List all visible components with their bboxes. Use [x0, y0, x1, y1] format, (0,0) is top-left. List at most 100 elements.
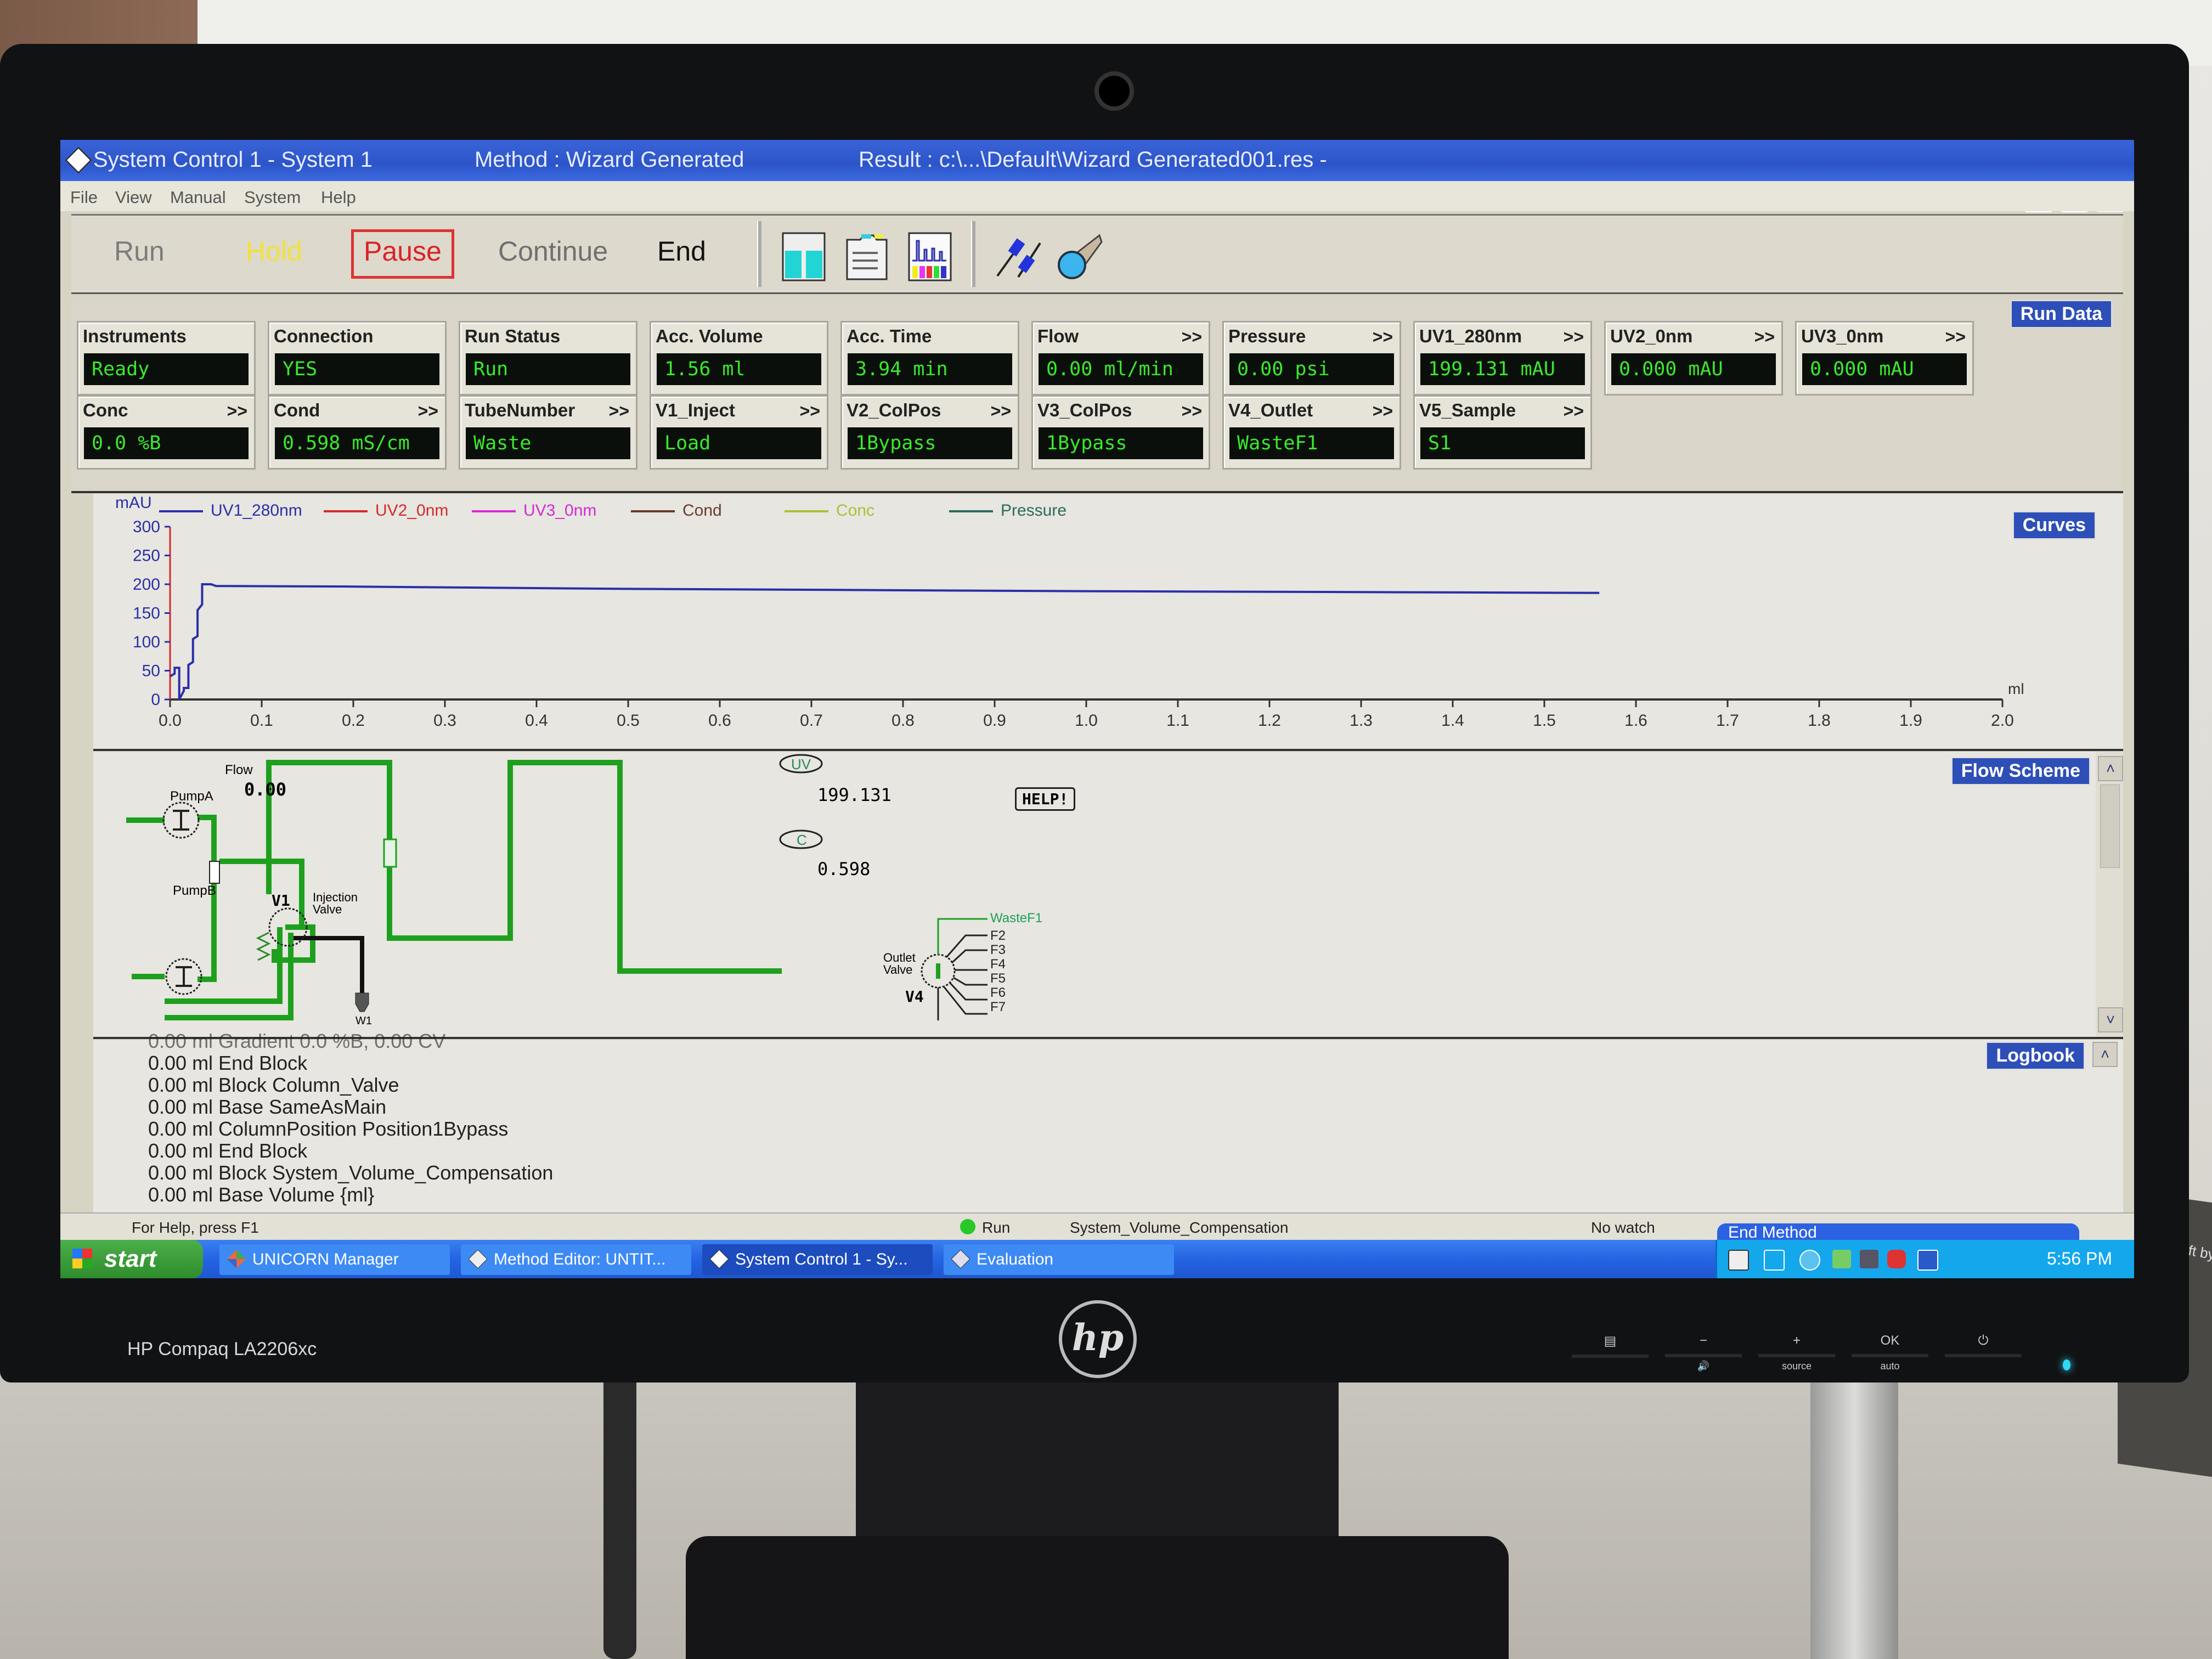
outlet-f3: F3	[990, 943, 1006, 957]
expand-icon[interactable]: >>	[800, 401, 820, 421]
flow-scheme-tag[interactable]: Flow Scheme	[1951, 757, 2090, 785]
curves-icon[interactable]	[908, 232, 952, 281]
hold-button[interactable]: Hold	[236, 229, 312, 273]
expand-icon[interactable]: >>	[1373, 401, 1393, 421]
meter-v5-sample[interactable]: V5_Sample >> S1	[1413, 395, 1592, 470]
meter-value: 0.00 ml/min	[1039, 353, 1203, 385]
view-icon[interactable]	[1053, 232, 1103, 281]
menu-file[interactable]: File	[70, 188, 98, 207]
meter-v2-colpos[interactable]: V2_ColPos >> 1Bypass	[840, 395, 1019, 470]
run-status-icon	[960, 1219, 975, 1234]
help-tray-icon[interactable]	[1728, 1250, 1749, 1271]
hp-logo: hp	[1059, 1300, 1137, 1378]
meter-v4-outlet[interactable]: V4_Outlet >> WasteF1	[1222, 395, 1401, 470]
osd-ok-button[interactable]: OK auto	[1849, 1333, 1931, 1372]
meter-cond[interactable]: Cond >> 0.598 mS/cm	[268, 395, 447, 470]
meter-v1-inject[interactable]: V1_Inject >> Load	[650, 395, 828, 470]
meter-pressure[interactable]: Pressure >> 0.00 psi	[1222, 321, 1401, 396]
toolbar: Run Hold Pause Continue End	[71, 214, 2123, 294]
run-data-panel: Run Data Instruments Ready Connection YES Ru…	[71, 299, 2123, 493]
meter-label: Pressure	[1228, 326, 1306, 346]
meter-uv3-0nm[interactable]: UV3_0nm >> 0.000 mAU	[1795, 321, 1974, 396]
expand-icon[interactable]: >>	[609, 401, 629, 421]
menu-system[interactable]: System	[244, 188, 301, 207]
expand-icon[interactable]: >>	[418, 401, 438, 421]
expand-icon[interactable]: >>	[1945, 327, 1966, 347]
waste-icon	[355, 992, 369, 1012]
display-tray-icon[interactable]	[1917, 1250, 1938, 1271]
menu-manual[interactable]: Manual	[170, 188, 226, 207]
meter-label: V2_ColPos	[847, 400, 941, 420]
meter-uv1-280nm[interactable]: UV1_280nm >> 199.131 mAU	[1413, 321, 1592, 396]
expand-icon[interactable]: >>	[1182, 327, 1202, 347]
outlet-f7: F7	[990, 1000, 1006, 1014]
logbook-tag[interactable]: Logbook	[1986, 1042, 2085, 1070]
osd-plus-button[interactable]: + source	[1756, 1333, 1838, 1372]
scroll-down-button[interactable]: ˅	[2098, 1007, 2123, 1032]
osd-menu-button[interactable]: ▤	[1569, 1333, 1651, 1366]
continue-button[interactable]: Continue	[488, 229, 618, 273]
osd-minus-button[interactable]: − 🔊	[1662, 1333, 1745, 1372]
x-tick-label: 0.1	[250, 712, 273, 730]
language-bar-icon[interactable]	[1764, 1250, 1785, 1271]
monitor-stand-base	[686, 1536, 1509, 1659]
menu-help[interactable]: Help	[321, 188, 356, 207]
show-hidden-icons-button[interactable]	[1799, 1250, 1820, 1271]
network-disconnected-icon[interactable]	[1860, 1250, 1878, 1268]
expand-icon[interactable]: >>	[1564, 401, 1584, 421]
meter-label: Conc	[83, 400, 128, 420]
expand-icon[interactable]: >>	[1754, 327, 1775, 347]
help-hint: For Help, press F1	[132, 1219, 259, 1236]
expand-icon[interactable]: >>	[1182, 401, 1202, 421]
start-button[interactable]: start	[60, 1240, 203, 1278]
meter-v3-colpos[interactable]: V3_ColPos >> 1Bypass	[1031, 395, 1210, 470]
meter-label: Instruments	[83, 326, 187, 346]
meter-acc-time: Acc. Time 3.94 min	[840, 321, 1019, 396]
meter-flow[interactable]: Flow >> 0.00 ml/min	[1031, 321, 1210, 396]
expand-icon[interactable]: >>	[227, 401, 247, 421]
background-pole	[1810, 1344, 1898, 1659]
safely-remove-hardware-icon[interactable]	[1832, 1250, 1851, 1268]
menu-view[interactable]: View	[115, 188, 152, 207]
security-alert-icon[interactable]	[1887, 1250, 1906, 1268]
task-unicorn-manager[interactable]: UNICORN Manager	[219, 1244, 450, 1275]
flow-scheme-scrollbar[interactable]: ˄ ˅	[2096, 752, 2123, 1037]
screen: System Control 1 - System 1 Method : Wiz…	[60, 140, 2134, 1278]
meter-value: WasteF1	[1229, 427, 1394, 459]
osd-plus-icon: +	[1792, 1333, 1801, 1348]
expand-icon[interactable]: >>	[991, 401, 1011, 421]
logbook-icon[interactable]	[845, 232, 889, 281]
result-path: Result : c:\...\Default\Wizard Generated…	[859, 148, 1327, 172]
monitor-cable	[603, 1361, 636, 1659]
scroll-up-button[interactable]: ˄	[2098, 756, 2123, 781]
title-bar: System Control 1 - System 1 Method : Wiz…	[60, 140, 2134, 181]
expand-icon[interactable]: >>	[1373, 327, 1393, 347]
expand-icon[interactable]: >>	[1564, 327, 1584, 347]
meter-uv2-0nm[interactable]: UV2_0nm >> 0.000 mAU	[1604, 321, 1783, 396]
meter-tubenumber[interactable]: TubeNumber >> Waste	[459, 395, 637, 470]
meter-value: Run	[466, 353, 630, 385]
task-evaluation[interactable]: Evaluation	[944, 1244, 1174, 1275]
meter-label: TubeNumber	[465, 400, 575, 420]
x-tick-label: 0.7	[800, 712, 823, 730]
run-button[interactable]: Run	[104, 229, 174, 273]
osd-power-button[interactable]: ⏻	[1942, 1333, 2024, 1366]
help-button[interactable]: HELP!	[1015, 787, 1076, 811]
scroll-thumb[interactable]	[2100, 785, 2120, 868]
v4-label: V4	[905, 988, 924, 1006]
system-control-icon	[65, 146, 92, 174]
end-button[interactable]: End	[647, 229, 716, 273]
run-data-tag[interactable]: Run Data	[2010, 300, 2112, 328]
pause-button[interactable]: Pause	[351, 229, 454, 279]
meter-label: V5_Sample	[1419, 400, 1516, 420]
outlet-lines	[937, 918, 988, 1020]
y-tick-label: 250	[133, 547, 160, 565]
run-data-icon[interactable]	[782, 232, 826, 281]
meter-conc[interactable]: Conc >> 0.0 %B	[77, 395, 256, 470]
logbook-scroll-up-button[interactable]: ˄	[2092, 1042, 2118, 1067]
webcam-icon	[1094, 71, 1134, 111]
pump-a-label: PumpA	[170, 789, 213, 804]
task-system-control[interactable]: System Control 1 - Sy...	[702, 1244, 933, 1275]
task-method-editor[interactable]: Method Editor: UNTIT...	[461, 1244, 691, 1275]
manual-instructions-icon[interactable]	[993, 232, 1041, 281]
